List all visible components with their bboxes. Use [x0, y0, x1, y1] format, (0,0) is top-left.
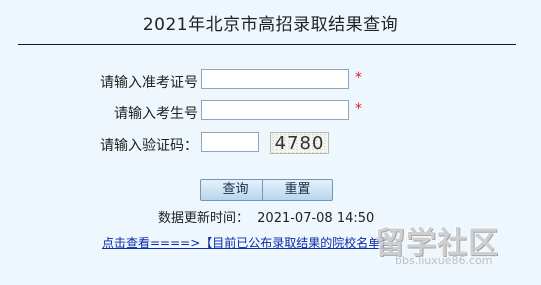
captcha-image-text: 4780 [274, 133, 325, 154]
query-button[interactable]: 查询 [200, 179, 271, 201]
candidate-id-label: 请输入考生号 [114, 106, 198, 122]
title-divider [18, 44, 516, 45]
page-title: 2021年北京市高招录取结果查询 [142, 15, 399, 35]
update-time-value: 2021-07-08 14:50 [257, 211, 375, 226]
exam-id-required-mark: * [355, 70, 362, 86]
watermark-logo-text: 留学社区 [375, 226, 499, 261]
watermark-url: bbs.liuxue86.com [395, 254, 493, 267]
reset-button[interactable]: 重置 [262, 179, 333, 201]
exam-id-input[interactable] [201, 69, 349, 89]
captcha-label: 请输入验证码： [100, 138, 198, 154]
candidate-id-input[interactable] [201, 100, 349, 120]
captcha-image[interactable]: 4780 [270, 132, 329, 154]
update-time-label: 数据更新时间： [158, 211, 250, 226]
candidate-id-row: 请输入考生号 * [0, 100, 541, 124]
admitted-schools-link[interactable]: 点击查看====>【目前已公布录取结果的院校名单】 [102, 234, 392, 251]
exam-id-row: 请输入准考证号 * [0, 69, 541, 93]
candidate-id-required-mark: * [355, 101, 362, 117]
update-time: 数据更新时间： 2021-07-08 14:50 [158, 207, 374, 226]
exam-id-label: 请输入准考证号 [100, 75, 198, 91]
captcha-row: 请输入验证码： 4780 [0, 132, 541, 156]
captcha-input[interactable] [201, 132, 259, 152]
